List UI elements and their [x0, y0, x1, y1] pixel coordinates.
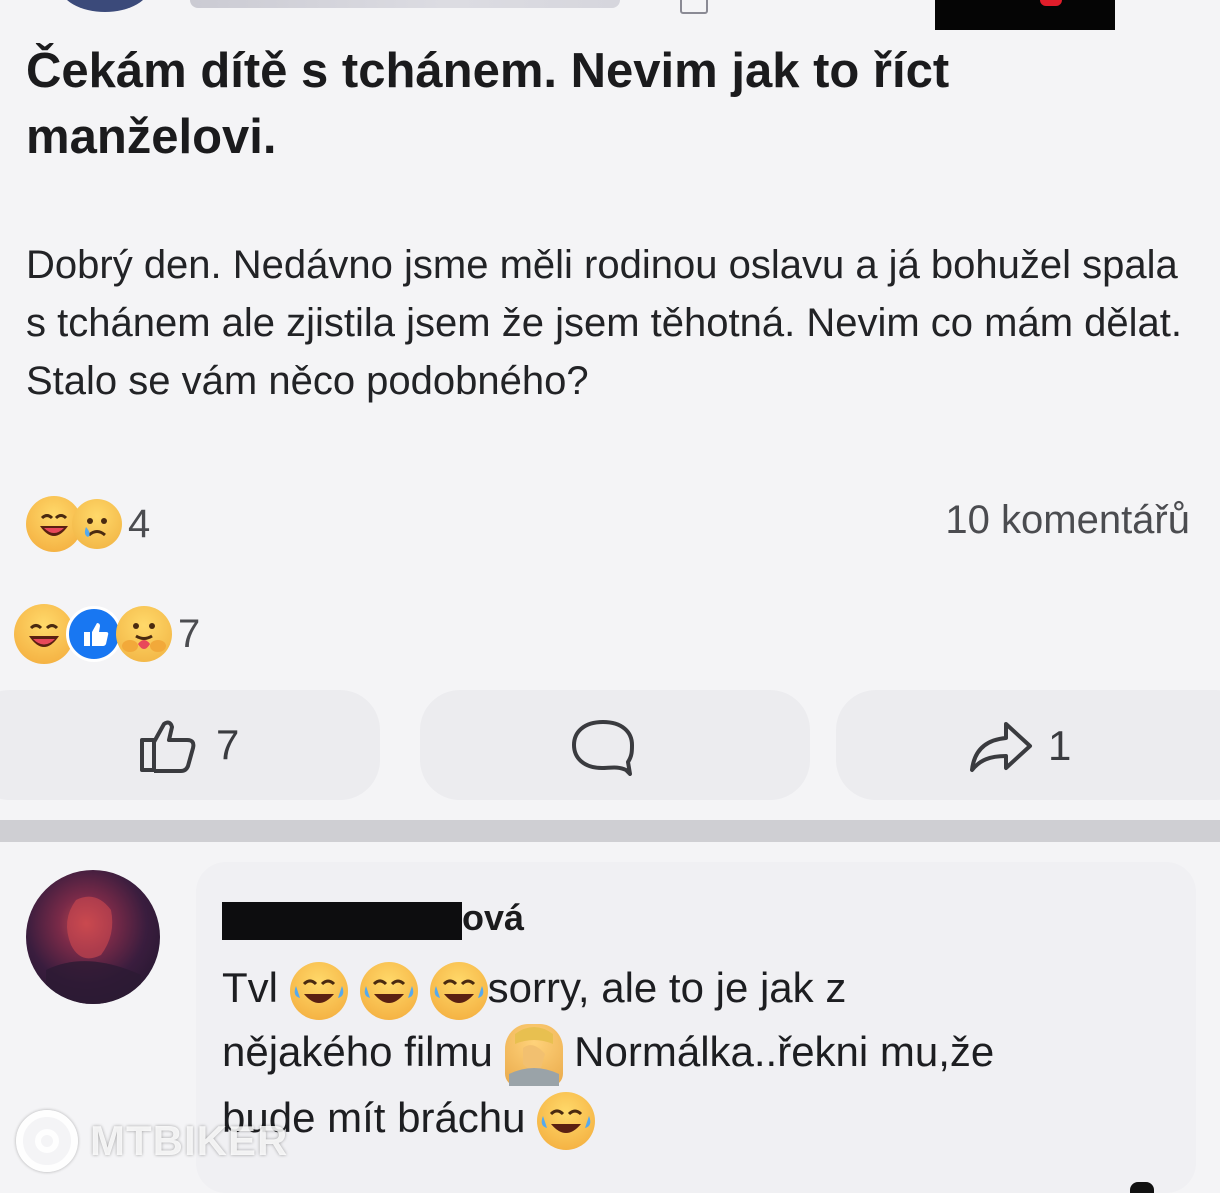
- like-emoji: [66, 606, 122, 662]
- comment-line: bude mít bráchu: [222, 1086, 1182, 1150]
- redaction-bar: [935, 0, 1115, 30]
- tears-of-joy-emoji: [289, 961, 348, 1020]
- comment-text: Tvl sorry, ale to je jak z nějakého film…: [222, 956, 1182, 1150]
- tears-of-joy-emoji: [359, 961, 418, 1020]
- gear-logo-icon: [16, 1110, 78, 1172]
- reactions-row-2[interactable]: 7: [14, 604, 200, 664]
- reaction-count-1: 4: [128, 501, 151, 546]
- watermark-text: MTBIKER: [90, 1117, 289, 1164]
- post-header-cropped: [0, 0, 1220, 30]
- comment-line-text: sorry, ale to je jak z: [487, 964, 847, 1011]
- comment-line: nějakého filmu Normálka..řekni mu,že: [222, 1020, 1182, 1086]
- laugh-emoji: [14, 604, 74, 664]
- comments-count-link[interactable]: 10 komentářů: [945, 498, 1190, 543]
- author-meta-blurred: [190, 0, 620, 8]
- red-mark: [1040, 0, 1062, 6]
- care-emoji: [116, 606, 172, 662]
- post-action-bar: 7 1: [0, 690, 1220, 800]
- share-count: 1: [1048, 722, 1072, 769]
- section-divider: [0, 820, 1220, 842]
- comment-line-text: Tvl: [222, 964, 290, 1011]
- redacted-commenter-name: [222, 902, 462, 940]
- commenter-name-tail[interactable]: ová: [462, 897, 524, 939]
- mtbiker-watermark: MTBIKER: [16, 1110, 288, 1172]
- comment-line-text: Normálka..řekni mu,že: [562, 1028, 995, 1075]
- like-button[interactable]: 7: [138, 716, 239, 774]
- comment-line: Tvl sorry, ale to je jak z: [222, 956, 1182, 1020]
- post-body: Dobrý den. Nedávno jsme měli rodinou osl…: [26, 243, 1182, 403]
- sad-emoji: [72, 499, 122, 549]
- thumbs-up-icon: [140, 720, 196, 773]
- share-button[interactable]: 1: [968, 718, 1071, 774]
- comment-button[interactable]: [570, 718, 636, 776]
- privacy-icon: [680, 0, 708, 14]
- reactions-row-1[interactable]: 4: [26, 496, 150, 552]
- cropped-bottom-element: [1130, 1182, 1154, 1193]
- post-title: Čekám dítě s tchánem. Nevim jak to říct …: [26, 44, 950, 164]
- comment-icon: [572, 720, 634, 776]
- like-count: 7: [216, 721, 240, 768]
- tears-of-joy-emoji: [429, 961, 488, 1020]
- author-avatar[interactable]: [60, 0, 150, 12]
- screenshot-page: Čekám dítě s tchánem. Nevim jak to říct …: [0, 0, 1220, 1193]
- comment-line-text: nějakého filmu: [222, 1028, 505, 1075]
- commenter-avatar[interactable]: [26, 870, 160, 1004]
- reaction-count-2: 7: [178, 611, 201, 656]
- facepalm-emoji: [504, 1023, 563, 1086]
- tears-of-joy-emoji: [537, 1091, 596, 1150]
- share-icon: [970, 722, 1032, 772]
